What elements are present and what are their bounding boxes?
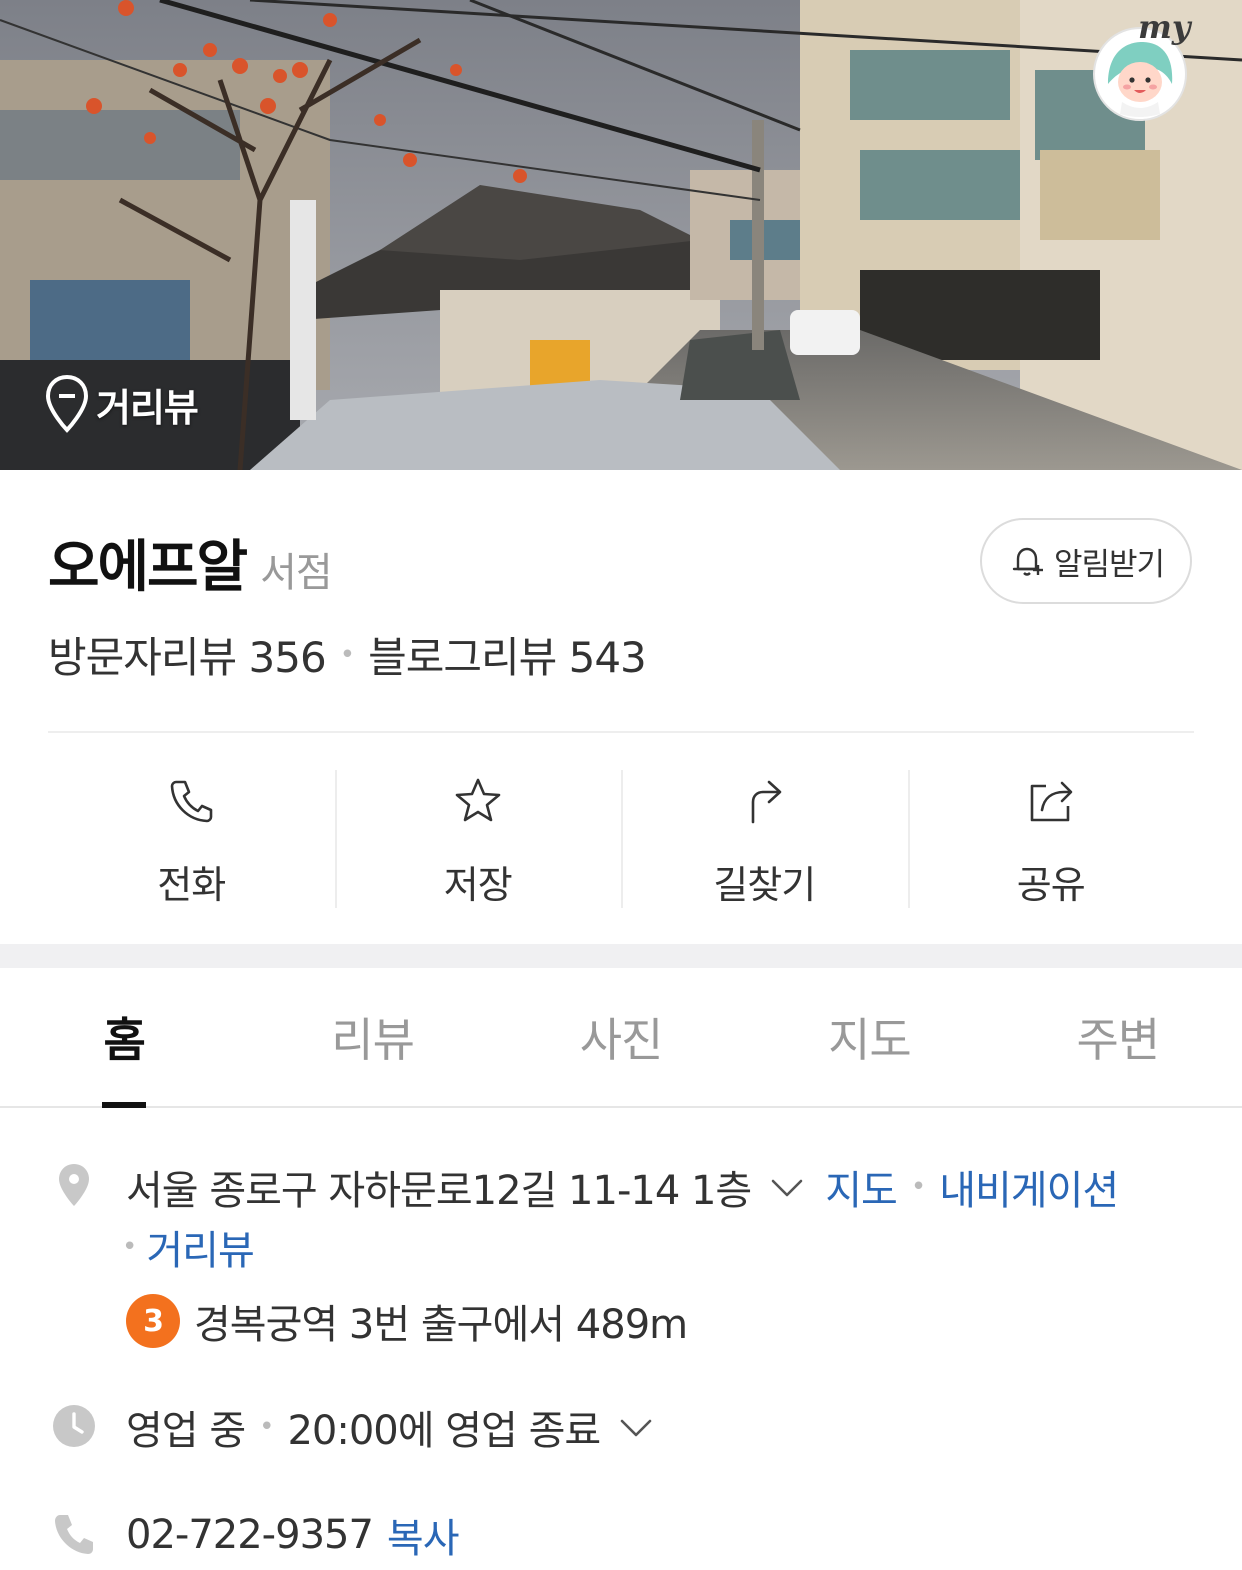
tab-map[interactable]: 지도 [745,968,993,1106]
share-icon [1030,781,1073,822]
place-title-row: 오에프알 서점 [48,522,333,603]
separator-dot: • [339,639,355,670]
streetview-photo[interactable]: 거리뷰 my [0,0,1242,470]
chevron-down-icon[interactable] [767,1167,807,1207]
call-button[interactable]: 전화 [48,770,335,910]
directions-label: 길찾기 [713,863,816,907]
phone-number[interactable]: 02-722-9357 [126,1512,374,1558]
streetview-label: 거리뷰 [96,385,199,430]
my-label: my [1138,8,1191,46]
tab-review[interactable]: 리뷰 [248,968,496,1106]
divider [48,731,1194,733]
place-name: 오에프알 [48,535,248,600]
visitor-review-link[interactable]: 방문자리뷰 356 [48,624,327,685]
star-icon [455,778,501,822]
share-label: 공유 [1016,863,1086,907]
separator-dot: • [259,1412,274,1442]
chevron-down-icon[interactable] [616,1407,656,1447]
phone-line: 02-722-9357 복사 [126,1506,460,1564]
phone-icon [170,780,213,823]
call-label: 전화 [157,863,226,907]
section-separator [0,944,1242,968]
hours-line[interactable]: 영업 중 • 20:00에 영업 종료 [126,1398,674,1456]
navigation-link[interactable]: 내비게이션 [939,1158,1119,1216]
bell-plus-icon [1012,547,1043,576]
location-pin-icon [45,374,89,433]
separator-dot: • [122,1232,137,1262]
save-label: 저장 [443,863,513,907]
save-button[interactable]: 저장 [334,770,622,910]
directions-button[interactable]: 길찾기 [621,770,908,910]
phone-icon [55,1515,93,1554]
address-line: 서울 종로구 자하문로12길 11-14 1층 지도 • 내비게이션 [126,1158,1119,1216]
tab-bar: 홈 리뷰 사진 지도 주변 [0,968,1242,1108]
blog-review-link[interactable]: 블로그리뷰 543 [368,624,647,685]
action-bar: 전화 저장 길찾기 공유 [48,770,1194,910]
review-counts: 방문자리뷰 356 • 블로그리뷰 543 [48,624,647,685]
place-category: 서점 [260,550,333,596]
location-pin-icon [59,1164,89,1206]
closing-time: 20:00에 영업 종료 [287,1408,601,1454]
my-profile-button[interactable]: my [1086,8,1194,122]
clock-icon [53,1405,95,1447]
subway-info: 3 경복궁역 3번 출구에서 489m [126,1292,688,1350]
map-link[interactable]: 지도 [825,1158,898,1216]
share-button[interactable]: 공유 [907,770,1195,910]
address-line-2: • 거리뷰 [122,1218,255,1276]
streetview-link[interactable]: 거리뷰 [146,1218,254,1276]
tab-photo[interactable]: 사진 [497,968,745,1106]
tab-home[interactable]: 홈 [0,968,248,1108]
tab-nearby[interactable]: 주변 [994,968,1242,1106]
directions-arrow-icon [751,780,782,824]
subway-text: 경복궁역 3번 출구에서 489m [194,1302,688,1348]
streetview-badge[interactable]: 거리뷰 [44,374,199,434]
address-text: 서울 종로구 자하문로12길 11-14 1층 [126,1168,752,1214]
business-status: 영업 중 [126,1408,246,1454]
copy-phone-button[interactable]: 복사 [387,1506,460,1564]
alarm-label: 알림받기 [1053,546,1165,583]
separator-dot: • [910,1172,926,1202]
subway-line-badge: 3 [126,1294,180,1348]
alarm-button[interactable]: 알림받기 [980,518,1192,604]
